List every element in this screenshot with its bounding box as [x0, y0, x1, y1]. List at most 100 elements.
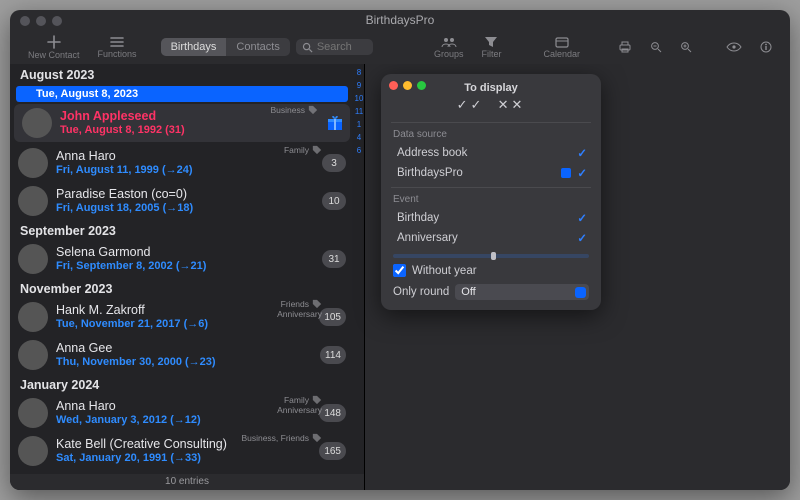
entry-subtag: Anniversary — [277, 309, 322, 319]
popover-close-icon[interactable] — [389, 81, 398, 90]
month-header: January 2024 — [10, 374, 354, 394]
month-header: August 2023 — [10, 64, 354, 84]
month-header: September 2023 — [10, 220, 354, 240]
entry-tags: Friends — [281, 299, 322, 309]
info-button[interactable] — [754, 39, 778, 55]
check-icon: ✓ — [577, 211, 587, 225]
row-anniversary[interactable]: Anniversary ✓ — [391, 228, 591, 248]
functions-button[interactable]: Functions — [92, 34, 143, 61]
groups-button[interactable]: Groups — [428, 34, 470, 61]
popover-toggle-all[interactable]: ✓✓ ✕✕ — [381, 94, 601, 118]
view-segmented[interactable]: Birthdays Contacts — [161, 38, 290, 56]
day-gutter — [354, 278, 364, 374]
entry-date: Fri, August 18, 2005 (→18) — [56, 202, 314, 215]
close-icon[interactable] — [20, 16, 30, 26]
age-slider[interactable] — [393, 254, 589, 258]
new-contact-button[interactable]: New Contact — [22, 33, 86, 62]
entry-date: Tue, November 21, 2017 (→6) — [56, 318, 311, 331]
list-item[interactable]: Anna GeeThu, November 30, 2000 (→23) 114 — [10, 336, 354, 374]
only-round-select[interactable]: Off — [455, 284, 589, 300]
search-input[interactable] — [317, 41, 367, 53]
row-birthday[interactable]: Birthday ✓ — [391, 208, 591, 228]
entry-name: Selena Garmond — [56, 245, 314, 259]
days-badge: 10 — [322, 192, 346, 210]
zoom-out-button[interactable] — [644, 39, 668, 55]
month-header: November 2023 — [10, 278, 354, 298]
entries-footer: 10 entries — [10, 474, 364, 490]
only-round-label: Only round — [393, 286, 449, 298]
calendar-badge-icon — [561, 168, 571, 178]
today-row: Tue, August 8, 2023 — [16, 86, 348, 102]
entry-name: Hank M. Zakroff — [56, 303, 311, 317]
seg-contacts[interactable]: Contacts — [226, 38, 289, 56]
entry-date: Thu, November 30, 2000 (→23) — [56, 356, 312, 369]
popover-minimize-icon[interactable] — [403, 81, 412, 90]
avatar — [18, 302, 48, 332]
calendar-button[interactable]: Calendar — [537, 34, 586, 61]
visibility-button[interactable] — [720, 40, 748, 54]
entry-subtag: Anniversary — [277, 405, 322, 415]
entry-date: Sat, January 20, 1991 (→33) — [56, 452, 311, 465]
list-item[interactable]: Selena GarmondFri, September 8, 2002 (→2… — [10, 240, 354, 278]
check-icon: ✓ — [577, 231, 587, 245]
check-icon: ✓ — [577, 146, 587, 160]
day-gutter: 891011146 — [354, 64, 364, 220]
entry-tags: Family — [284, 395, 322, 405]
window-title: BirthdaysPro — [10, 13, 790, 27]
entry-name: Anna Haro — [56, 149, 314, 163]
list-item[interactable]: Hank M. ZakroffTue, November 21, 2017 (→… — [10, 298, 354, 336]
entry-date: Tue, August 8, 1992 (31) — [60, 124, 318, 137]
list-item[interactable]: Anna HaroWed, January 3, 2012 (→12) 148Fa… — [10, 394, 354, 432]
row-address-book[interactable]: Address book ✓ — [391, 143, 591, 163]
list-item[interactable]: Anna HaroFri, August 11, 1999 (→24) 3Fami… — [10, 144, 354, 182]
days-badge: 105 — [319, 308, 346, 326]
entry-name: Paradise Easton (co=0) — [56, 187, 314, 201]
section-data-source: Data source — [391, 129, 591, 143]
avatar — [18, 148, 48, 178]
entry-tags: Business, Friends — [241, 433, 322, 443]
titlebar: BirthdaysPro — [10, 10, 790, 30]
zoom-icon[interactable] — [52, 16, 62, 26]
entry-name: Anna Gee — [56, 341, 312, 355]
detail-panel: To display ✓✓ ✕✕ Data source Address boo… — [365, 64, 790, 490]
days-badge: 114 — [320, 346, 346, 364]
list-item[interactable]: John AppleseedTue, August 8, 1992 (31)Bu… — [14, 104, 350, 142]
days-badge: 31 — [322, 250, 346, 268]
entries-panel: August 2023 Tue, August 8, 2023 John Apple… — [10, 64, 365, 490]
avatar — [18, 340, 48, 370]
entry-date: Wed, January 3, 2012 (→12) — [56, 414, 311, 427]
days-badge: 148 — [319, 404, 346, 422]
filter-button[interactable]: Filter — [475, 34, 507, 61]
search-icon — [302, 42, 313, 53]
avatar — [18, 244, 48, 274]
days-badge: 3 — [322, 154, 346, 172]
entries-list[interactable]: August 2023 Tue, August 8, 2023 John Apple… — [10, 64, 364, 474]
check-icon: ✓ — [577, 166, 587, 180]
avatar — [18, 398, 48, 428]
list-item[interactable]: Kate Bell (Creative Consulting)Sat, Janu… — [10, 432, 354, 470]
entry-tags: Family — [284, 145, 322, 155]
avatar — [18, 436, 48, 466]
search-field[interactable] — [296, 39, 373, 55]
minimize-icon[interactable] — [36, 16, 46, 26]
avatar — [18, 186, 48, 216]
window-traffic-lights — [20, 16, 62, 26]
list-item[interactable]: Paradise Easton (co=0)Fri, August 18, 20… — [10, 182, 354, 220]
display-popover: To display ✓✓ ✕✕ Data source Address boo… — [381, 74, 601, 310]
avatar — [22, 108, 52, 138]
day-gutter — [354, 220, 364, 278]
without-year-checkbox[interactable]: Without year — [381, 260, 601, 281]
days-badge: 165 — [319, 442, 346, 460]
seg-birthdays[interactable]: Birthdays — [161, 38, 227, 56]
toolbar: New Contact Functions Birthdays Contacts… — [10, 30, 790, 64]
entry-tags: Business — [271, 105, 319, 115]
zoom-in-button[interactable] — [674, 39, 698, 55]
section-event: Event — [391, 194, 591, 208]
entry-date: Fri, August 11, 1999 (→24) — [56, 164, 314, 177]
day-gutter — [354, 374, 364, 470]
print-button[interactable] — [612, 39, 638, 55]
entry-date: Fri, September 8, 2002 (→21) — [56, 260, 314, 273]
popover-zoom-icon[interactable] — [417, 81, 426, 90]
row-birthdayspro[interactable]: BirthdaysPro ✓ — [391, 163, 591, 183]
entry-name: Anna Haro — [56, 399, 311, 413]
